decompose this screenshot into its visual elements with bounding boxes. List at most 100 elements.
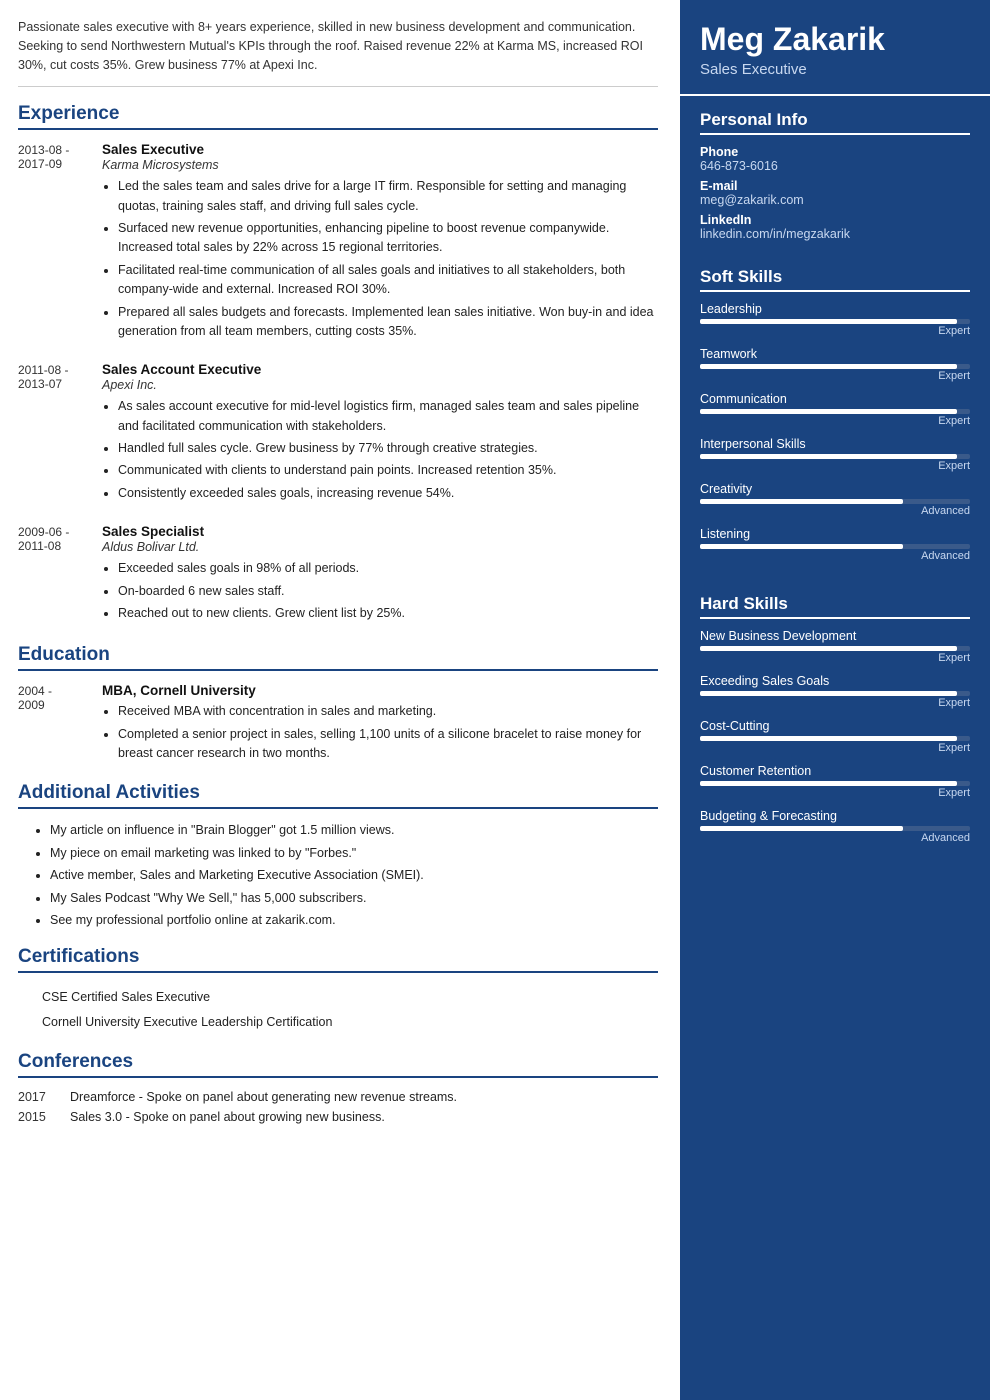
skill-entry: Exceeding Sales Goals Expert [700,674,970,709]
list-item: Surfaced new revenue opportunities, enha… [118,219,658,258]
exp-bullets: Exceeded sales goals in 98% of all perio… [102,559,658,623]
conference-entry: 2015 Sales 3.0 - Spoke on panel about gr… [18,1110,658,1124]
conf-desc: Sales 3.0 - Spoke on panel about growing… [70,1110,385,1124]
skill-name: Creativity [700,482,970,496]
hard-skills-title: Hard Skills [700,594,970,619]
list-item: Consistently exceeded sales goals, incre… [118,484,658,503]
linkedin-value: linkedin.com/in/megzakarik [700,227,970,241]
skill-bar-fill [700,409,957,414]
skill-bar-bg [700,364,970,369]
exp-content: Sales Executive Karma Microsystems Led t… [102,142,658,344]
hard-skills-list: New Business Development Expert Exceedin… [700,629,970,844]
exp-dates: 2013-08 -2017-09 [18,142,90,344]
skill-name: Budgeting & Forecasting [700,809,970,823]
skill-entry: Creativity Advanced [700,482,970,517]
soft-skills-title: Soft Skills [700,267,970,292]
education-section-title: Education [18,644,658,671]
exp-job-title: Sales Executive [102,142,658,157]
list-item: Received MBA with concentration in sales… [118,702,658,721]
exp-bullets: Led the sales team and sales drive for a… [102,177,658,341]
edu-dates: 2004 -2009 [18,683,90,766]
soft-skills-list: Leadership Expert Teamwork Expert Commun… [700,302,970,562]
skill-name: Customer Retention [700,764,970,778]
right-column: Meg Zakarik Sales Executive Personal Inf… [680,0,990,1400]
linkedin-label: LinkedIn [700,213,970,227]
skill-level: Advanced [700,832,970,844]
skill-level: Expert [700,787,970,799]
skill-level: Expert [700,742,970,754]
resume-container: Passionate sales executive with 8+ years… [0,0,990,1400]
exp-company: Aldus Bolivar Ltd. [102,540,658,554]
experience-entry: 2011-08 -2013-07 Sales Account Executive… [18,362,658,506]
conf-year: 2015 [18,1110,54,1124]
skill-bar-fill [700,499,903,504]
conferences-section: 2017 Dreamforce - Spoke on panel about g… [18,1090,658,1124]
summary-text: Passionate sales executive with 8+ years… [18,18,658,87]
skill-entry: Customer Retention Expert [700,764,970,799]
education-section: 2004 -2009 MBA, Cornell University Recei… [18,683,658,766]
skill-entry: Teamwork Expert [700,347,970,382]
skill-name: Listening [700,527,970,541]
list-item: As sales account executive for mid-level… [118,397,658,436]
skill-bar-bg [700,736,970,741]
skill-bar-bg [700,691,970,696]
experience-section-title: Experience [18,103,658,130]
left-column: Passionate sales executive with 8+ years… [0,0,680,1400]
skill-bar-bg [700,544,970,549]
exp-company: Karma Microsystems [102,158,658,172]
education-entry: 2004 -2009 MBA, Cornell University Recei… [18,683,658,766]
exp-bullets: As sales account executive for mid-level… [102,397,658,503]
list-item: Active member, Sales and Marketing Execu… [50,866,658,885]
certifications-section: CSE Certified Sales ExecutiveCornell Uni… [18,985,658,1035]
right-header: Meg Zakarik Sales Executive [680,0,990,96]
list-item: On-boarded 6 new sales staff. [118,582,658,601]
certifications-section-title: Certifications [18,946,658,973]
skill-entry: New Business Development Expert [700,629,970,664]
experience-entry: 2013-08 -2017-09 Sales Executive Karma M… [18,142,658,344]
skill-name: New Business Development [700,629,970,643]
skill-bar-fill [700,544,903,549]
list-item: Exceeded sales goals in 98% of all perio… [118,559,658,578]
skill-bar-bg [700,319,970,324]
experience-section: 2013-08 -2017-09 Sales Executive Karma M… [18,142,658,626]
personal-info-title: Personal Info [700,110,970,135]
skill-bar-fill [700,319,957,324]
list-item: My piece on email marketing was linked t… [50,844,658,863]
list-item: Led the sales team and sales drive for a… [118,177,658,216]
skill-entry: Listening Advanced [700,527,970,562]
skill-level: Advanced [700,505,970,517]
phone-value: 646-873-6016 [700,159,970,173]
skill-level: Expert [700,370,970,382]
exp-job-title: Sales Specialist [102,524,658,539]
additional-section-title: Additional Activities [18,782,658,809]
list-item: My article on influence in "Brain Blogge… [50,821,658,840]
list-item: See my professional portfolio online at … [50,911,658,930]
list-item: Prepared all sales budgets and forecasts… [118,303,658,342]
skill-bar-fill [700,691,957,696]
skill-bar-fill [700,646,957,651]
skill-entry: Interpersonal Skills Expert [700,437,970,472]
skill-bar-bg [700,826,970,831]
skill-entry: Budgeting & Forecasting Advanced [700,809,970,844]
exp-content: Sales Account Executive Apexi Inc. As sa… [102,362,658,506]
skill-name: Exceeding Sales Goals [700,674,970,688]
email-label: E-mail [700,179,970,193]
additional-activities-list: My article on influence in "Brain Blogge… [18,821,658,930]
email-value: meg@zakarik.com [700,193,970,207]
certification-entry: CSE Certified Sales Executive [18,985,658,1010]
exp-content: Sales Specialist Aldus Bolivar Ltd. Exce… [102,524,658,626]
skill-bar-fill [700,826,903,831]
skill-bar-bg [700,781,970,786]
exp-job-title: Sales Account Executive [102,362,658,377]
skill-bar-bg [700,409,970,414]
skill-bar-bg [700,646,970,651]
skill-bar-fill [700,736,957,741]
conf-year: 2017 [18,1090,54,1104]
skill-bar-fill [700,781,957,786]
exp-dates: 2011-08 -2013-07 [18,362,90,506]
skill-name: Cost-Cutting [700,719,970,733]
list-item: Handled full sales cycle. Grew business … [118,439,658,458]
skill-bar-bg [700,454,970,459]
candidate-title: Sales Executive [700,61,970,78]
phone-label: Phone [700,145,970,159]
